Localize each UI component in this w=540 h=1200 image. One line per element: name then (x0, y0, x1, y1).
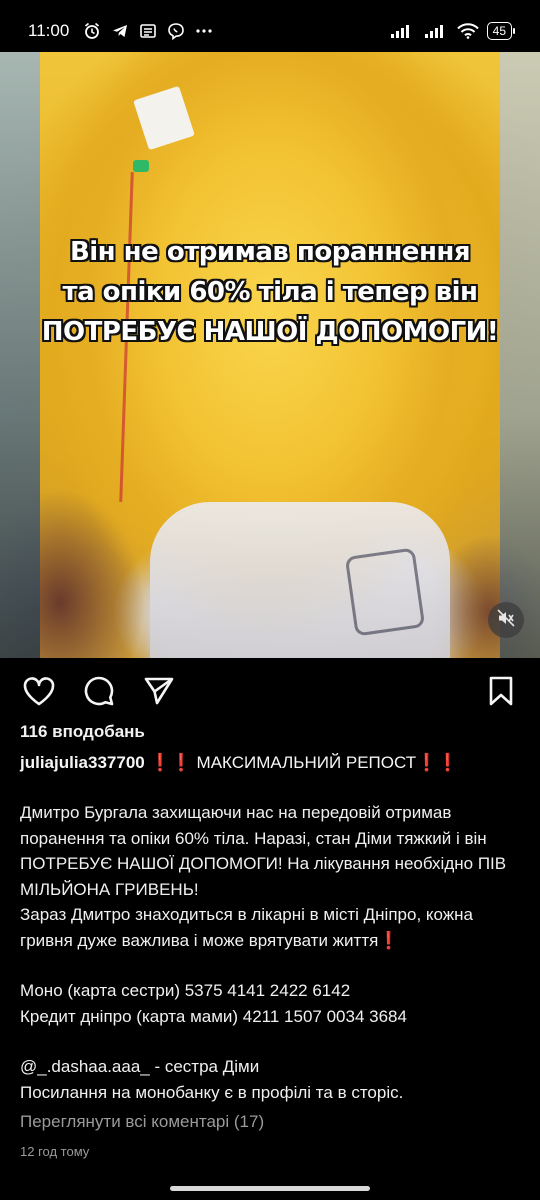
heart-icon[interactable] (22, 674, 56, 708)
overlay-caption: Він не отримав пораннення та опіки 60% т… (0, 232, 540, 352)
card-number-mother: Кредит дніпро (карта мами) 4211 1507 003… (20, 1006, 407, 1026)
alarm-icon (83, 22, 101, 40)
monobank-note: Посилання на монобанку є в профілі та в … (20, 1082, 404, 1102)
mute-button[interactable] (488, 602, 524, 638)
view-comments-link[interactable]: Переглянути всі коментарі (17) (20, 1112, 264, 1132)
overlay-line: ПОТРЕБУЄ НАШОЇ ДОПОМОГИ! (41, 317, 499, 347)
hospital-background-right (500, 52, 540, 658)
speaker-muted-icon (496, 608, 516, 633)
send-icon[interactable] (142, 674, 176, 708)
post-media[interactable]: Він не отримав пораннення та опіки 60% т… (0, 52, 540, 658)
caption-paragraph: Дмитро Бургала захищаючи нас на передові… (20, 803, 507, 899)
mention-line[interactable]: @_.dashaa.aaa_ - сестра Діми (20, 1054, 530, 1080)
marker-writing (344, 547, 426, 637)
post-timestamp: 12 год тому (20, 1144, 90, 1159)
exclamation-emoji: ❗ (378, 930, 400, 950)
more-dots-icon (195, 22, 213, 40)
viber-icon (167, 22, 185, 40)
overlay-line: та опіки 60% тіла і тепер він (62, 277, 478, 307)
home-indicator[interactable] (170, 1186, 370, 1191)
exclamation-emoji: ❗❗ (416, 753, 459, 772)
overlay-line: Він не отримав пораннення (69, 237, 471, 267)
hospital-background-left (0, 52, 40, 658)
bookmark-icon[interactable] (484, 674, 518, 708)
news-icon (139, 22, 157, 40)
post-username[interactable]: juliajulia337700 (20, 753, 145, 772)
signal-icon-2 (423, 22, 449, 40)
caption-headline: juliajulia337700 ❗❗ МАКСИМАЛЬНИЙ РЕПОСТ❗… (20, 750, 520, 776)
caption-body: Дмитро Бургала захищаючи нас на передові… (20, 800, 530, 1105)
likes-count[interactable]: 116 вподобань (20, 722, 145, 742)
caption-paragraph: Зараз Дмитро знаходиться в лікарні в міс… (20, 902, 530, 953)
signal-icon (389, 22, 415, 40)
battery-indicator: 45 (486, 22, 516, 40)
post-actions (0, 668, 540, 714)
headline-text: МАКСИМАЛЬНИЙ РЕПОСТ (191, 753, 417, 772)
exclamation-emoji: ❗❗ (149, 753, 192, 772)
telegram-icon (111, 22, 129, 40)
status-time: 11:00 (28, 21, 70, 40)
iv-clip (133, 160, 149, 172)
wifi-icon (456, 22, 479, 40)
card-number-sister: Моно (карта сестри) 5375 4141 2422 6142 (20, 981, 351, 1000)
caption-paragraph-text: Зараз Дмитро знаходиться в лікарні в міс… (20, 905, 473, 950)
comment-icon[interactable] (82, 674, 116, 708)
